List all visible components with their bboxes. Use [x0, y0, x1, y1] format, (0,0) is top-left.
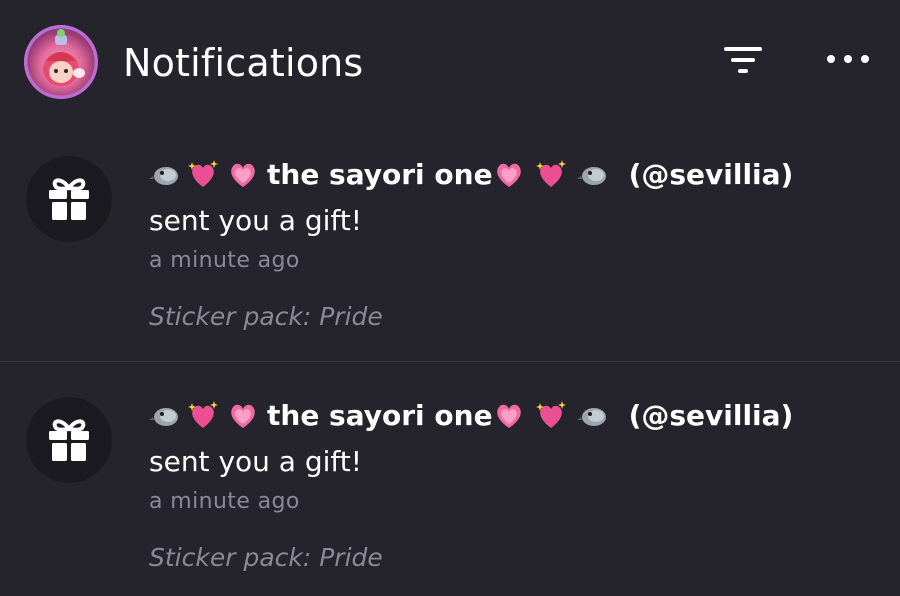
sparkling-heart-icon: [187, 399, 219, 431]
notification-sender: the sayori one (@sevillia): [149, 393, 793, 437]
bird-icon: [576, 158, 609, 190]
header: Notifications: [0, 0, 900, 128]
notifications-screen: Notifications the sayori one (@sevillia)…: [0, 0, 900, 596]
profile-avatar-icon[interactable]: [24, 25, 98, 99]
notification-item[interactable]: the sayori one (@sevillia) sent you a gi…: [0, 128, 900, 362]
notification-time: a minute ago: [149, 248, 300, 273]
more-horizontal-icon[interactable]: [820, 40, 876, 80]
page-title: Notifications: [123, 41, 364, 85]
sparkling-heart-icon: [187, 158, 219, 190]
notification-message: sent you a gift!: [149, 445, 362, 478]
sender-username: the sayori one: [267, 157, 493, 191]
notification-detail: Sticker pack: Pride: [149, 302, 383, 331]
growing-heart-icon: [493, 399, 525, 431]
notification-time: a minute ago: [149, 489, 300, 514]
sender-name[interactable]: the sayori one: [149, 158, 609, 191]
sparkling-heart-icon: [535, 158, 567, 190]
sender-username: the sayori one: [267, 398, 493, 432]
notification-item[interactable]: the sayori one (@sevillia) sent you a gi…: [0, 369, 900, 596]
growing-heart-icon: [227, 158, 259, 190]
sender-handle[interactable]: (@sevillia): [629, 399, 794, 432]
bird-icon: [149, 158, 181, 190]
bird-icon: [576, 399, 609, 431]
sender-name[interactable]: the sayori one: [149, 399, 609, 432]
notification-detail: Sticker pack: Pride: [149, 543, 383, 572]
bird-icon: [149, 399, 181, 431]
growing-heart-icon: [493, 158, 525, 190]
sparkling-heart-icon: [535, 399, 567, 431]
growing-heart-icon: [227, 399, 259, 431]
filter-icon[interactable]: [718, 43, 768, 83]
gift-icon: [26, 397, 112, 483]
notification-sender: the sayori one (@sevillia): [149, 152, 793, 196]
gift-icon: [26, 156, 112, 242]
notification-message: sent you a gift!: [149, 204, 362, 237]
sender-handle[interactable]: (@sevillia): [629, 158, 794, 191]
